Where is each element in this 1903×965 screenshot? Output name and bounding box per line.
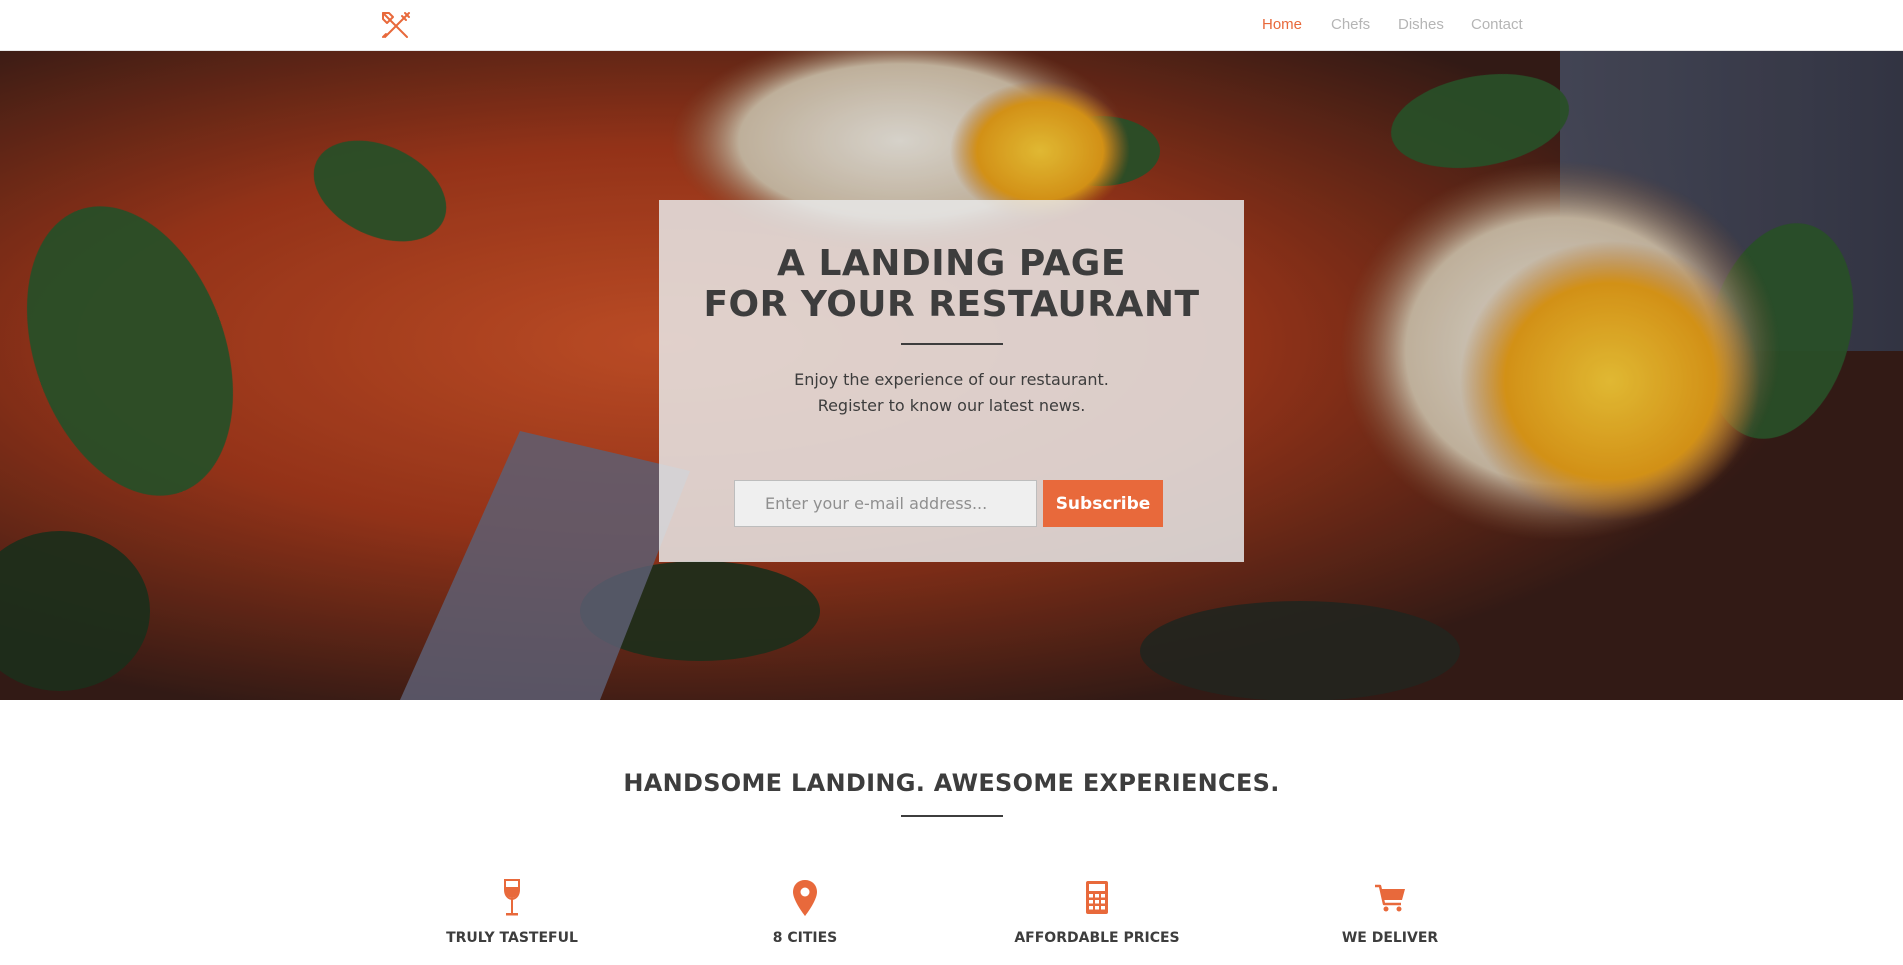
hero-subtitle: Enjoy the experience of our restaurant. … (659, 367, 1244, 419)
nav-link-dishes[interactable]: Dishes (1398, 16, 1444, 33)
feature-label: WE DELIVER (1341, 930, 1439, 946)
nav-link-home[interactable]: Home (1262, 16, 1302, 33)
feature-item: 8 CITIES (695, 878, 915, 946)
hero-title: A LANDING PAGE FOR YOUR RESTAURANT (659, 243, 1244, 325)
feature-item: AFFORDABLE PRICES (987, 878, 1207, 946)
feature-label: AFFORDABLE PRICES (1014, 930, 1180, 946)
hero-divider (901, 343, 1003, 345)
shopping-cart-icon (1375, 884, 1405, 912)
features-title: HANDSOME LANDING. AWESOME EXPERIENCES. (623, 769, 1280, 797)
hero-title-line1: A LANDING PAGE (777, 243, 1126, 284)
feature-item: TRULY TASTEFUL (402, 878, 622, 946)
email-input[interactable] (734, 480, 1037, 527)
feature-item: WE DELIVER (1280, 878, 1500, 946)
hero-subtitle-line2: Register to know our latest news. (817, 396, 1086, 415)
hero-section: A LANDING PAGE FOR YOUR RESTAURANT Enjoy… (0, 51, 1903, 700)
hero-card: A LANDING PAGE FOR YOUR RESTAURANT Enjoy… (659, 200, 1244, 562)
calculator-icon (1086, 881, 1108, 914)
nav-link-contact[interactable]: Contact (1471, 16, 1523, 33)
wine-glass-icon (504, 879, 520, 916)
hero-subtitle-line1: Enjoy the experience of our restaurant. (794, 370, 1109, 389)
subscribe-button[interactable]: Subscribe (1043, 480, 1163, 527)
nav-link-chefs[interactable]: Chefs (1331, 16, 1370, 33)
feature-label: TRULY TASTEFUL (446, 930, 578, 946)
hero-title-line2: FOR YOUR RESTAURANT (703, 284, 1200, 325)
crossed-utensils-icon[interactable] (380, 10, 412, 40)
feature-label: 8 CITIES (772, 930, 838, 946)
features-divider (901, 815, 1003, 817)
map-pin-icon (793, 880, 817, 916)
navbar: Home Chefs Dishes Contact (0, 0, 1903, 51)
